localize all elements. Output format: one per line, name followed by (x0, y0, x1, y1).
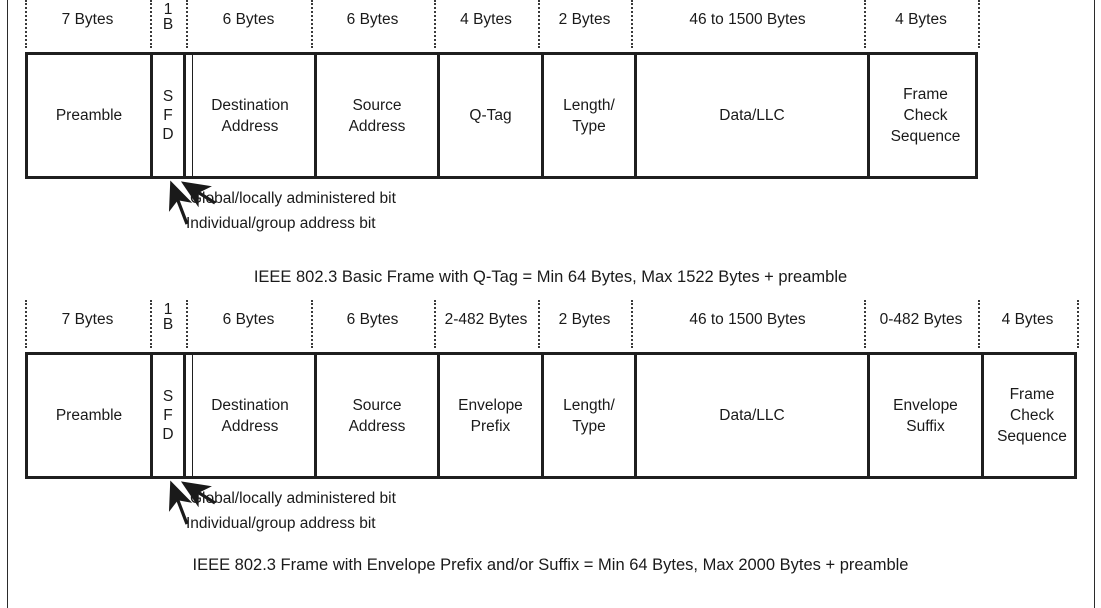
size-label-length-type: 2 Bytes (558, 311, 611, 328)
size-label-frame-check-sequence: 4 Bytes (895, 11, 947, 28)
size-label-data-llc: 46 to 1500 Bytes (689, 11, 806, 28)
field-destination-address-label: Destination Address (211, 396, 289, 435)
callout-individual-group-address-bit: Individual/group address bit (186, 215, 376, 232)
field-frame-check-sequence-label: Frame Check Sequence (997, 386, 1067, 445)
field-length-type[interactable]: Length/Type (541, 55, 634, 176)
field-q-tag[interactable]: Q-Tag (437, 55, 541, 176)
field-source-address[interactable]: Source Address (314, 355, 437, 476)
field-envelope-suffix[interactable]: Envelope Suffix (867, 355, 981, 476)
size-label-destination-address: 6 Bytes (222, 311, 275, 328)
size-label-preamble: 7 Bytes (61, 311, 114, 328)
size-label-frame-check-sequence: 4 Bytes (1001, 311, 1054, 328)
size-label-data-llc: 46 to 1500 Bytes (689, 311, 806, 328)
field-frame-check-sequence-label: Frame Check Sequence (890, 86, 961, 145)
field-frame-check-sequence[interactable]: Frame Check Sequence (867, 55, 981, 176)
callout-global-locally-administered-bit: Global/locally administered bit (190, 490, 396, 507)
field-frame-check-sequence[interactable]: Frame Check Sequence (981, 355, 1080, 476)
field-preamble-label: Preamble (55, 107, 123, 124)
ruler-tick (1077, 300, 1079, 348)
field-envelope-prefix[interactable]: Envelope Prefix (437, 355, 541, 476)
field-data-llc-label: Data/LLC (719, 107, 785, 124)
field-start-frame-delimiter[interactable]: SFD (150, 355, 183, 476)
field-source-address-label: Source Address (348, 96, 406, 135)
size-label-preamble: 7 Bytes (61, 11, 114, 28)
frame-strip: Preamble SFD Destination Address Source Ad… (25, 52, 978, 179)
field-envelope-suffix-label: Envelope Suffix (893, 396, 958, 435)
size-label-sfd-line2: B (162, 16, 174, 33)
frame-strip: Preamble SFD Destination Address Source Ad… (25, 352, 1077, 479)
field-length-type-label: Length/Type (563, 96, 615, 135)
size-label-sfd: 1B (150, 302, 186, 333)
field-sfd-label: SFD (162, 88, 174, 143)
field-preamble-label: Preamble (55, 407, 123, 424)
field-source-address[interactable]: Source Address (314, 55, 437, 176)
field-length-type[interactable]: Length/Type (541, 355, 634, 476)
field-length-type-label: Length/Type (563, 396, 615, 435)
field-destination-address[interactable]: Destination Address (183, 355, 314, 476)
size-label-length-type: 2 Bytes (558, 11, 611, 28)
size-label-source-address: 6 Bytes (346, 311, 399, 328)
arrow-individual-group (168, 180, 193, 225)
field-preamble[interactable]: Preamble (28, 55, 150, 176)
ruler-tick (978, 0, 980, 48)
field-data-llc-label: Data/LLC (719, 407, 785, 424)
figure-caption: IEEE 802.3 Frame with Envelope Prefix an… (192, 556, 909, 574)
field-envelope-prefix-label: Envelope Prefix (458, 396, 523, 435)
size-ruler: 7 Bytes 1B 6 Bytes 6 Bytes 4 Bytes 2 Byt… (0, 0, 1101, 52)
size-label-destination-address: 6 Bytes (222, 11, 275, 28)
field-start-frame-delimiter[interactable]: SFD (150, 55, 183, 176)
callout-group: Global/locally administered bit Individu… (0, 179, 1101, 241)
size-label-q-tag: 4 Bytes (460, 11, 512, 28)
size-label-sfd-line2: B (162, 316, 174, 333)
field-data-llc[interactable]: Data/LLC (634, 55, 867, 176)
size-label-envelope-prefix: 2-482 Bytes (444, 311, 528, 328)
callout-group: Global/locally administered bit Individu… (0, 479, 1101, 541)
arrow-individual-group (168, 480, 193, 525)
field-data-llc[interactable]: Data/LLC (634, 355, 867, 476)
field-source-address-label: Source Address (348, 396, 406, 435)
size-label-sfd: 1B (150, 2, 186, 33)
size-label-source-address: 6 Bytes (346, 11, 399, 28)
size-ruler: 7 Bytes 1B 6 Bytes 6 Bytes 2-482 Bytes 2… (0, 300, 1101, 352)
callout-individual-group-address-bit: Individual/group address bit (186, 515, 376, 532)
field-preamble[interactable]: Preamble (28, 355, 150, 476)
field-destination-address[interactable]: Destination Address (183, 55, 314, 176)
callout-global-locally-administered-bit: Global/locally administered bit (190, 190, 396, 207)
size-label-envelope-suffix: 0-482 Bytes (879, 311, 963, 328)
field-sfd-label: SFD (162, 388, 174, 443)
field-q-tag-label: Q-Tag (469, 107, 512, 124)
figure-caption: IEEE 802.3 Basic Frame with Q-Tag = Min … (253, 268, 848, 286)
field-destination-address-label: Destination Address (211, 96, 289, 135)
